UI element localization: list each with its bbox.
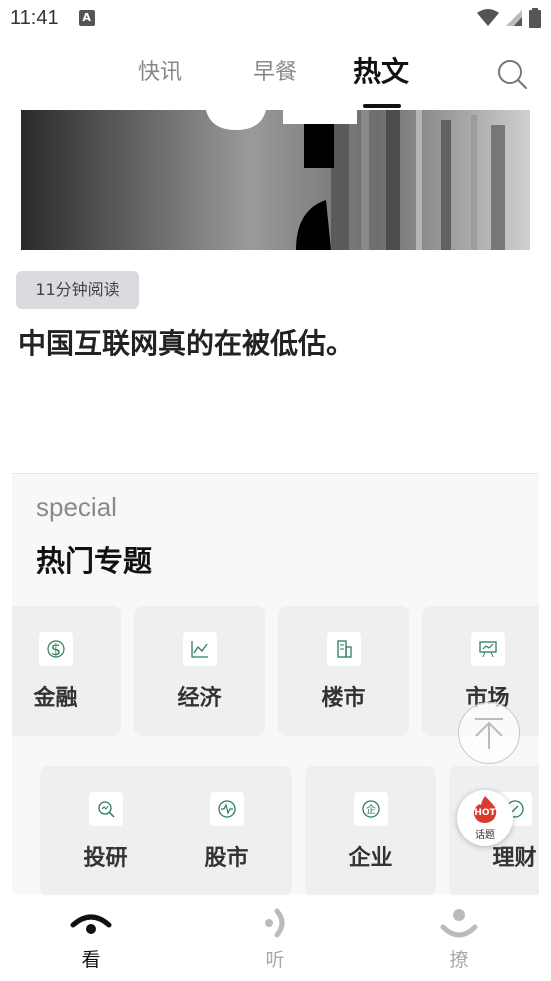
chat-icon — [440, 909, 478, 938]
enterprise-icon: 企 — [353, 792, 388, 826]
watch-icon — [70, 914, 112, 934]
article-headline[interactable]: 中国互联网真的在被低估。 — [18, 322, 354, 362]
wifi-icon — [477, 9, 499, 26]
article-cover-image — [21, 110, 530, 250]
tab-hot-articles[interactable]: 热文 — [353, 50, 409, 90]
hot-badge: HOT — [474, 808, 496, 818]
status-bar: 11:41 A — [0, 0, 551, 36]
status-right — [477, 8, 541, 28]
topic-label: 楼市 — [321, 686, 366, 711]
nav-chat[interactable]: 撩 — [399, 895, 519, 981]
topic-tile-economy[interactable]: 经济 — [134, 606, 265, 736]
topic-row-1: $ 金融 经济 楼市 市场 — [12, 606, 539, 736]
topic-label: 投研 — [83, 846, 128, 871]
battery-icon — [529, 8, 541, 28]
topic-tile-research[interactable]: 投研 — [40, 766, 171, 895]
topic-label: 企业 — [348, 846, 393, 871]
listen-icon — [265, 908, 285, 938]
nav-watch-label: 看 — [81, 949, 101, 971]
active-tab-indicator — [363, 104, 401, 108]
arrow-up-icon — [475, 718, 503, 749]
top-tab-bar: 快讯 早餐 热文 — [0, 36, 551, 110]
notification-icon: A — [78, 10, 95, 26]
hot-topics-label: 话题 — [475, 830, 495, 841]
nav-watch[interactable]: 看 — [31, 895, 151, 981]
topic-label: 经济 — [177, 686, 222, 711]
topic-tile-finance[interactable]: $ 金融 — [12, 606, 121, 736]
signal-icon — [506, 10, 522, 26]
line-chart-icon — [182, 632, 217, 666]
tab-flash-news[interactable]: 快讯 — [138, 54, 182, 86]
read-time-badge: 11分钟阅读 — [16, 271, 139, 309]
svg-text:企: 企 — [366, 803, 376, 816]
tab-morning-brief[interactable]: 早餐 — [253, 54, 297, 86]
bottom-nav: 看 听 撩 — [0, 895, 551, 981]
topic-tile-property[interactable]: 楼市 — [278, 606, 409, 736]
topic-tile-enterprise[interactable]: 企 企业 — [305, 766, 436, 895]
search-icon[interactable] — [496, 58, 528, 90]
stock-pulse-icon — [209, 792, 244, 826]
back-to-top-button[interactable] — [458, 702, 520, 764]
nav-chat-label: 撩 — [449, 949, 469, 971]
presentation-board-icon — [470, 632, 505, 666]
topic-tile-stocks[interactable]: 股市 — [161, 766, 292, 895]
topic-label: 理财 — [492, 846, 537, 871]
dollar-icon: $ — [38, 632, 73, 666]
building-icon — [326, 632, 361, 666]
topic-label: 金融 — [33, 686, 78, 711]
nav-listen-label: 听 — [265, 949, 285, 971]
special-subtitle: special — [36, 492, 117, 522]
special-title: 热门专题 — [36, 544, 153, 578]
status-time: 11:41 — [10, 6, 59, 29]
hot-badge-text: HOT — [474, 808, 496, 818]
nav-listen[interactable]: 听 — [215, 895, 335, 981]
research-icon — [88, 792, 123, 826]
topic-label: 股市 — [204, 846, 249, 871]
hot-topics-button[interactable]: HOT 话题 — [457, 790, 513, 846]
